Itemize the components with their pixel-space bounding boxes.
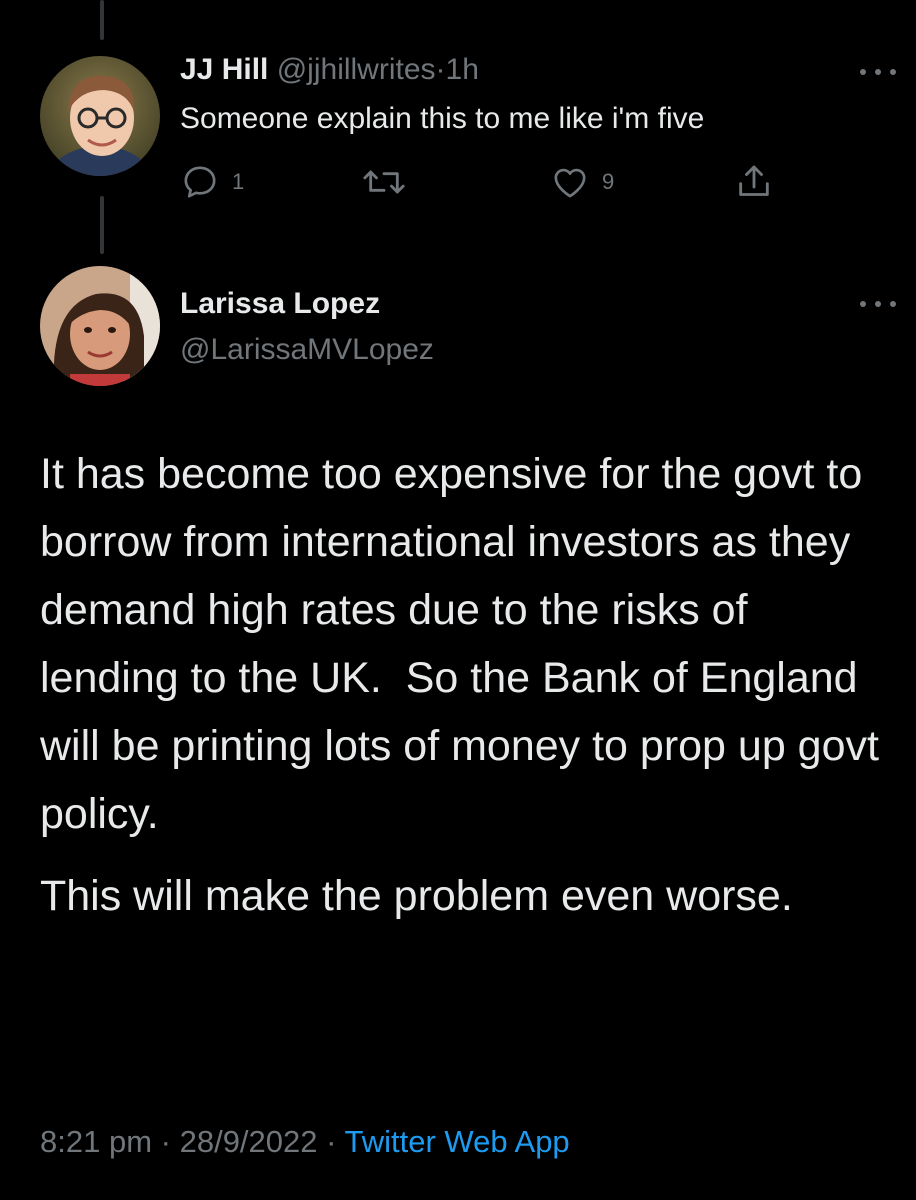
- share-button[interactable]: [734, 160, 774, 204]
- reply-separator: ·: [435, 53, 446, 86]
- reply-count: 1: [232, 169, 245, 194]
- tweet-time[interactable]: 8:21 pm: [40, 1124, 152, 1159]
- tweet-meta: 8:21 pm · 28/9/2022 · Twitter Web App: [40, 1122, 570, 1162]
- reply-author-name[interactable]: JJ Hill: [180, 53, 268, 86]
- thread-line-bottom: [100, 196, 104, 254]
- share-icon: [739, 165, 769, 196]
- tweet-more-icon[interactable]: [860, 298, 896, 310]
- speech-bubble-icon: [184, 166, 216, 198]
- tweet-date[interactable]: 28/9/2022: [180, 1124, 318, 1159]
- heart-icon: [554, 168, 586, 198]
- reply-button[interactable]: 1: [180, 160, 244, 204]
- like-button[interactable]: 9: [550, 160, 614, 204]
- like-count: 9: [602, 169, 615, 194]
- avatar-jj-hill[interactable]: [40, 56, 160, 176]
- tweet-paragraph: It has become too expensive for the govt…: [40, 450, 891, 838]
- tweet-meta-separator: ·: [326, 1124, 337, 1159]
- tweet-author-name[interactable]: Larissa Lopez: [180, 286, 380, 322]
- reply-time[interactable]: 1h: [446, 53, 479, 86]
- avatar-larissa-lopez[interactable]: [40, 266, 160, 386]
- reply-text: Someone explain this to me like i'm five: [180, 102, 705, 135]
- retweet-button[interactable]: [362, 160, 406, 204]
- reply-header: JJ Hill @jjhillwrites·1h: [180, 52, 479, 88]
- reply-more-icon[interactable]: [860, 66, 896, 78]
- thread-line-top: [100, 0, 104, 40]
- tweet-paragraph: This will make the problem even worse.: [40, 872, 793, 920]
- tweet-body: It has become too expensive for the govt…: [40, 440, 890, 930]
- tweet-source-link[interactable]: Twitter Web App: [345, 1124, 570, 1159]
- tweet-meta-separator: ·: [160, 1124, 171, 1159]
- reply-author-handle[interactable]: @jjhillwrites: [277, 53, 436, 86]
- tweet-author-handle[interactable]: @LarissaMVLopez: [180, 332, 434, 368]
- retweet-icon: [363, 170, 405, 194]
